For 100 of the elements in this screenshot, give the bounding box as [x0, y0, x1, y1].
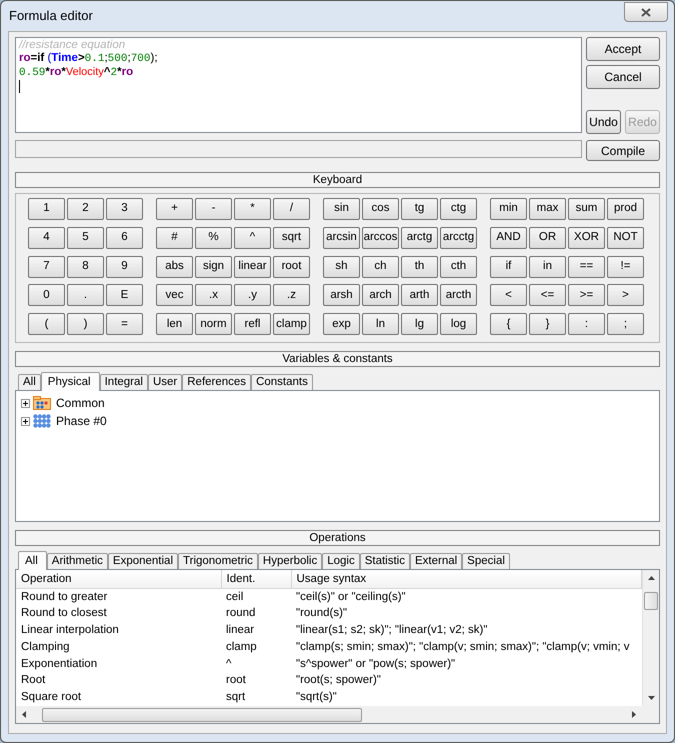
accept-button[interactable]: Accept [586, 37, 660, 61]
key-button[interactable]: sign [195, 256, 232, 278]
close-button[interactable] [624, 2, 668, 22]
key-button[interactable]: arcth [440, 284, 477, 306]
tab[interactable]: Logic [322, 553, 360, 569]
key-button[interactable]: max [529, 198, 566, 220]
key-button[interactable]: { [490, 313, 527, 336]
key-button[interactable]: % [195, 226, 232, 249]
scroll-thumb[interactable] [42, 708, 362, 722]
tab[interactable]: Constants [251, 374, 313, 390]
key-button[interactable]: arcctg [440, 226, 477, 249]
tab[interactable]: Arithmetic [46, 553, 108, 569]
cancel-button[interactable]: Cancel [586, 65, 660, 89]
undo-button[interactable]: Undo [586, 110, 621, 134]
key-button[interactable]: ; [607, 313, 644, 336]
tab[interactable]: User [148, 374, 182, 390]
tab[interactable]: Integral [100, 374, 148, 390]
column-header[interactable]: Ident. [221, 570, 291, 589]
key-button[interactable]: - [195, 198, 232, 220]
key-button[interactable]: 0 [28, 284, 65, 306]
key-button[interactable]: >= [568, 284, 605, 306]
key-button[interactable]: NOT [607, 226, 644, 249]
tree-item[interactable]: Phase #0 [54, 412, 109, 430]
tab[interactable]: Hyperbolic [258, 553, 322, 569]
key-button[interactable]: .z [273, 284, 310, 306]
key-button[interactable]: cth [440, 256, 477, 278]
key-button[interactable]: # [156, 226, 193, 249]
key-button[interactable]: sum [568, 198, 605, 220]
key-button[interactable]: OR [529, 226, 566, 249]
key-button[interactable]: ^ [234, 226, 271, 249]
key-button[interactable]: prod [607, 198, 644, 220]
key-button[interactable]: / [273, 198, 310, 220]
tab[interactable]: Physical [40, 372, 100, 391]
column-header[interactable]: Usage syntax [291, 570, 642, 589]
key-button[interactable]: E [106, 284, 143, 306]
key-button[interactable]: arsh [323, 284, 360, 306]
key-button[interactable]: lg [401, 313, 438, 336]
expand-toggle[interactable] [21, 398, 30, 408]
key-button[interactable]: min [490, 198, 527, 220]
key-button[interactable]: = [106, 313, 143, 336]
key-button[interactable]: tg [401, 198, 438, 220]
key-button[interactable]: ch [362, 256, 399, 278]
key-button[interactable]: in [529, 256, 566, 278]
key-button[interactable]: sqrt [273, 226, 310, 249]
tab[interactable]: References [182, 374, 252, 390]
key-button[interactable]: if [490, 256, 527, 278]
key-button[interactable]: linear [234, 256, 271, 278]
key-button[interactable]: 3 [106, 198, 143, 220]
key-button[interactable]: : [568, 313, 605, 336]
vertical-scrollbar[interactable] [642, 570, 659, 706]
key-button[interactable]: 2 [67, 198, 104, 220]
formula-editor[interactable]: //resistance equation ro=if (Time>0.1;500;700); 0.59*ro*Velocity^2*ro [15, 37, 582, 133]
tab[interactable]: All [18, 374, 41, 390]
key-button[interactable]: 4 [28, 226, 65, 249]
key-button[interactable]: <= [529, 284, 566, 306]
key-button[interactable]: sin [323, 198, 360, 220]
key-button[interactable]: } [529, 313, 566, 336]
key-button[interactable]: > [607, 284, 644, 306]
key-button[interactable]: XOR [568, 226, 605, 249]
horizontal-scrollbar[interactable] [16, 706, 659, 723]
key-button[interactable]: len [156, 313, 193, 336]
key-button[interactable]: sh [323, 256, 360, 278]
key-button[interactable]: . [67, 284, 104, 306]
tab[interactable]: External [410, 553, 462, 569]
key-button[interactable]: 5 [67, 226, 104, 249]
key-button[interactable]: + [156, 198, 193, 220]
tab[interactable]: Special [462, 553, 510, 569]
key-button[interactable]: != [607, 256, 644, 278]
tab[interactable]: Statistic [360, 553, 410, 569]
tab[interactable]: Trigonometric [178, 553, 258, 569]
key-button[interactable]: AND [490, 226, 527, 249]
key-button[interactable]: ( [28, 313, 65, 336]
key-button[interactable]: * [234, 198, 271, 220]
tab[interactable]: Exponential [108, 553, 178, 569]
key-button[interactable]: .x [195, 284, 232, 306]
key-button[interactable]: abs [156, 256, 193, 278]
column-header[interactable]: Operation [16, 570, 221, 589]
key-button[interactable]: norm [195, 313, 232, 336]
key-button[interactable]: ) [67, 313, 104, 336]
key-button[interactable]: 6 [106, 226, 143, 249]
key-button[interactable]: exp [323, 313, 360, 336]
key-button[interactable]: arccos [362, 226, 399, 249]
compile-button[interactable]: Compile [586, 140, 660, 161]
key-button[interactable]: < [490, 284, 527, 306]
key-button[interactable]: 1 [28, 198, 65, 220]
key-button[interactable]: arth [401, 284, 438, 306]
key-button[interactable]: 9 [106, 256, 143, 278]
tree-item[interactable]: Common [54, 394, 107, 412]
key-button[interactable]: arctg [401, 226, 438, 249]
key-button[interactable]: 8 [67, 256, 104, 278]
key-button[interactable]: arch [362, 284, 399, 306]
key-button[interactable]: .y [234, 284, 271, 306]
key-button[interactable]: 7 [28, 256, 65, 278]
key-button[interactable]: th [401, 256, 438, 278]
key-button[interactable]: refl [234, 313, 271, 336]
scroll-thumb[interactable] [644, 592, 658, 610]
tab[interactable]: All [18, 551, 47, 570]
key-button[interactable]: log [440, 313, 477, 336]
key-button[interactable]: cos [362, 198, 399, 220]
key-button[interactable]: == [568, 256, 605, 278]
